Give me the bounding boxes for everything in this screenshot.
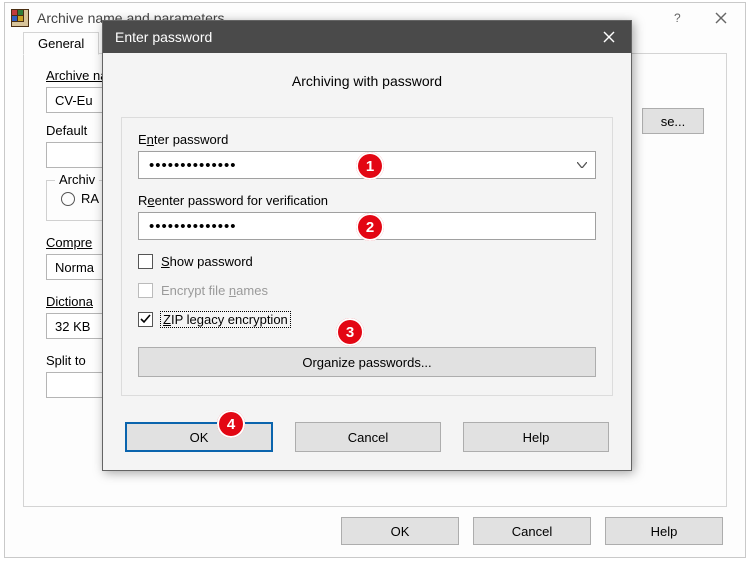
winrar-icon <box>11 9 29 27</box>
tab-general[interactable]: General <box>23 32 99 55</box>
password-group: Enter password •••••••••••••• 1 Reenter … <box>121 117 613 396</box>
enter-password-label: Enter password <box>138 132 596 147</box>
encrypt-filenames-checkbox: Encrypt file names <box>138 283 596 298</box>
password-dialog-buttons: OK Cancel Help 4 <box>121 422 613 452</box>
reenter-password-label: Reenter password for verification <box>138 193 596 208</box>
password-value-masked: •••••••••••••• <box>149 157 237 174</box>
archive-format-title: Archiv <box>55 172 99 187</box>
parent-cancel-button[interactable]: Cancel <box>473 517 591 545</box>
password-titlebar: Enter password <box>103 21 631 53</box>
annotation-3: 3 <box>336 318 364 346</box>
parent-ok-button[interactable]: OK <box>341 517 459 545</box>
zip-legacy-label: ZIP legacy encryption <box>161 312 290 327</box>
password-verify-value-masked: •••••••••••••• <box>149 218 237 235</box>
svg-text:?: ? <box>674 12 681 24</box>
parent-help-button[interactable]: Help <box>605 517 723 545</box>
checkbox-icon <box>138 283 153 298</box>
password-heading: Archiving with password <box>121 73 613 89</box>
cancel-button[interactable]: Cancel <box>295 422 441 452</box>
radio-icon <box>61 192 75 206</box>
annotation-1: 1 <box>356 152 384 180</box>
dictionary-value: 32 KB <box>55 319 90 334</box>
checkbox-icon <box>138 312 153 327</box>
show-password-checkbox[interactable]: Show password <box>138 254 596 269</box>
annotation-2: 2 <box>356 213 384 241</box>
close-icon[interactable] <box>587 21 631 53</box>
password-body: Archiving with password Enter password •… <box>103 53 631 470</box>
archive-name-value: CV-Eu <box>55 93 93 108</box>
password-dialog: Enter password Archiving with password E… <box>102 20 632 471</box>
password-title: Enter password <box>115 29 587 45</box>
checkbox-icon <box>138 254 153 269</box>
close-icon[interactable] <box>699 4 743 32</box>
organize-passwords-button[interactable]: Organize passwords... <box>138 347 596 377</box>
browse-button[interactable]: se... <box>642 108 704 134</box>
help-button-titlebar[interactable]: ? <box>655 4 699 32</box>
chevron-down-icon[interactable] <box>577 162 587 168</box>
ok-button[interactable]: OK <box>125 422 273 452</box>
parent-dialog-buttons: OK Cancel Help <box>341 517 723 545</box>
help-button[interactable]: Help <box>463 422 609 452</box>
compression-value: Norma <box>55 260 94 275</box>
annotation-4: 4 <box>217 410 245 438</box>
zip-legacy-checkbox[interactable]: ZIP legacy encryption <box>138 312 596 327</box>
